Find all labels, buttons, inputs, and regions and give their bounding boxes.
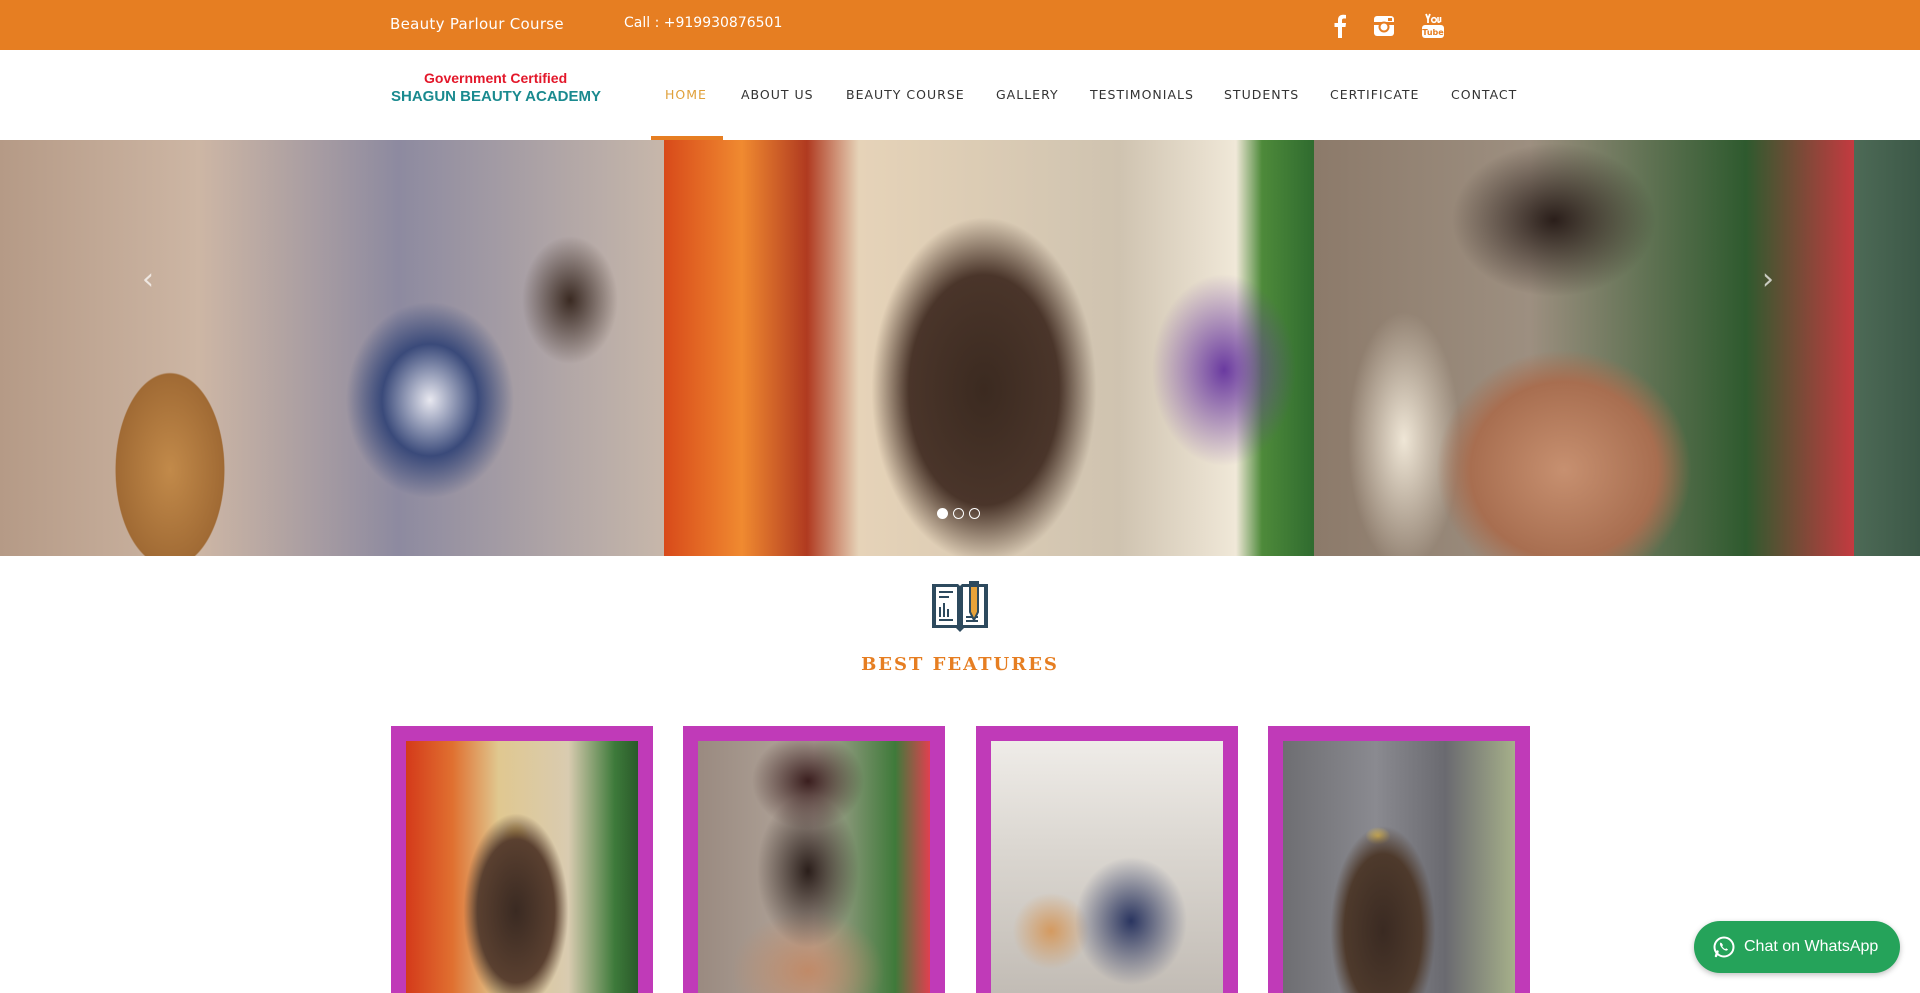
nav-students[interactable]: STUDENTS xyxy=(1224,87,1299,102)
slider-dot-3[interactable] xyxy=(969,508,980,519)
logo-certified-text: Government Certified xyxy=(424,70,568,86)
nav-about-us[interactable]: ABOUT US xyxy=(741,87,814,102)
slider-dot-2[interactable] xyxy=(953,508,964,519)
nav-testimonials[interactable]: TESTIMONIALS xyxy=(1090,87,1194,102)
whatsapp-icon xyxy=(1712,935,1736,959)
feature-card-image xyxy=(1283,741,1515,993)
slide-image-curled-hairstyle xyxy=(664,140,1314,556)
chevron-left-icon[interactable]: ‹ xyxy=(142,262,154,297)
top-bar: Beauty Parlour Course Call : +9199308765… xyxy=(0,0,1920,50)
hero-slider[interactable]: ‹ › xyxy=(0,140,1920,556)
feature-card-image xyxy=(406,741,638,993)
logo-academy-name: SHAGUN BEAUTY ACADEMY xyxy=(391,88,602,105)
svg-text:Tube: Tube xyxy=(1422,28,1444,37)
feature-card[interactable] xyxy=(391,726,653,993)
book-pencil-icon xyxy=(928,576,992,640)
slider-dot-1[interactable] xyxy=(937,508,948,519)
slide-image-braiding-class xyxy=(0,140,664,556)
feature-card[interactable] xyxy=(683,726,945,993)
whatsapp-chat-label: Chat on WhatsApp xyxy=(1744,938,1879,955)
nav-gallery[interactable]: GALLERY xyxy=(996,87,1059,102)
feature-card[interactable] xyxy=(1268,726,1530,993)
slide-image-edge xyxy=(1854,140,1920,556)
site-header: Government Certified SHAGUN BEAUTY ACADE… xyxy=(0,50,1920,140)
facebook-icon[interactable] xyxy=(1325,13,1355,39)
feature-card-image xyxy=(991,741,1223,993)
chevron-right-icon[interactable]: › xyxy=(1762,262,1774,297)
nav-home[interactable]: HOME xyxy=(665,87,707,102)
call-number[interactable]: Call : +919930876501 xyxy=(624,15,782,31)
whatsapp-chat-button[interactable]: Chat on WhatsApp xyxy=(1694,921,1900,973)
section-title: BEST FEATURES xyxy=(861,654,1059,675)
nav-contact[interactable]: CONTACT xyxy=(1451,87,1517,102)
slider-dots xyxy=(937,508,980,519)
feature-card[interactable] xyxy=(976,726,1238,993)
nav-certificate[interactable]: CERTIFICATE xyxy=(1330,87,1419,102)
feature-card-image xyxy=(698,741,930,993)
youtube-icon[interactable]: Tube xyxy=(1418,13,1448,39)
slide-image-floral-bun xyxy=(1314,140,1854,556)
course-title: Beauty Parlour Course xyxy=(390,15,564,33)
instagram-icon[interactable] xyxy=(1369,13,1399,39)
nav-beauty-course[interactable]: BEAUTY COURSE xyxy=(846,87,965,102)
